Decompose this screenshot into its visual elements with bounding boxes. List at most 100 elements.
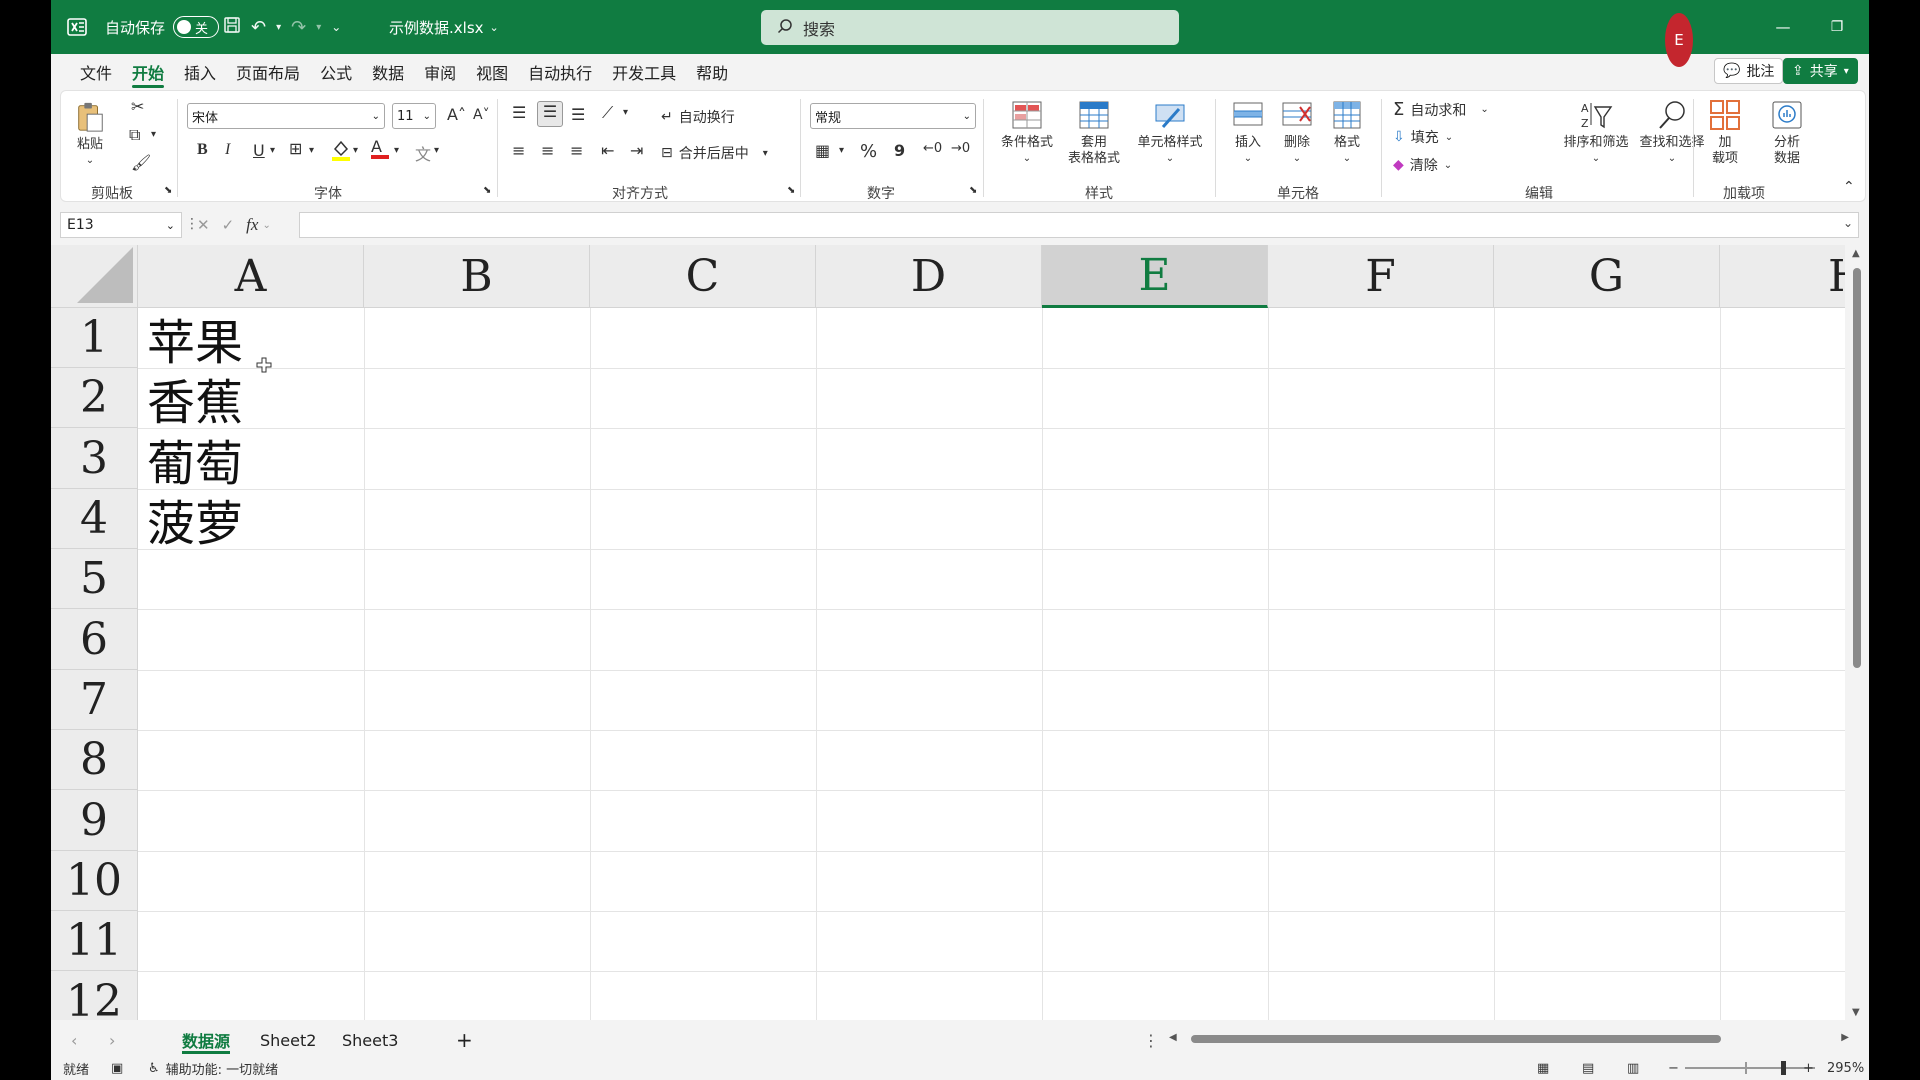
prev-sheet-icon[interactable]: ‹ (71, 1026, 77, 1054)
row-header-7[interactable]: 7 (51, 670, 138, 730)
borders-icon[interactable]: ⊞ (289, 139, 302, 158)
dialog-launcher-icon[interactable]: ⬊ (164, 185, 172, 196)
customize-qat-icon[interactable]: ⌄ (331, 20, 341, 34)
copy-dropdown-icon[interactable]: ▾ (151, 129, 156, 140)
dialog-launcher-icon[interactable]: ⬊ (969, 185, 977, 196)
row-header-2[interactable]: 2 (51, 368, 138, 428)
grow-font-icon[interactable]: A˄ (447, 105, 466, 124)
scroll-up-icon[interactable]: ▲ (1852, 248, 1860, 259)
accounting-format-icon[interactable]: ▦ (815, 141, 830, 160)
fill-color-dropdown-icon[interactable]: ▾ (353, 145, 358, 156)
column-header-c[interactable]: C (590, 245, 816, 308)
normal-view-icon[interactable]: ▦ (1537, 1056, 1549, 1080)
add-sheet-button[interactable]: + (456, 1026, 473, 1054)
increase-indent-icon[interactable]: ⇥ (630, 141, 643, 160)
fill-button[interactable]: ⇩ 填充 ⌄ (1393, 127, 1453, 147)
row-header-3[interactable]: 3 (51, 428, 138, 489)
share-button[interactable]: ⇪ 共享 ▾ (1783, 58, 1858, 84)
merge-center-button[interactable]: ⊟ 合并后居中 ▾ (661, 143, 768, 163)
column-header-b[interactable]: B (364, 245, 590, 308)
cell-a3[interactable]: 葡萄 (139, 428, 364, 492)
expand-formula-bar-icon[interactable]: ⌄ (1843, 216, 1853, 230)
minimize-icon[interactable]: — (1765, 0, 1801, 54)
delete-cells-button[interactable]: 删除 ⌄ (1277, 99, 1317, 167)
tab-help[interactable]: 帮助 (686, 54, 738, 90)
collapse-ribbon-icon[interactable]: ⌃ (1843, 179, 1855, 195)
italic-button[interactable]: I (225, 141, 230, 159)
undo-icon[interactable]: ↶ (251, 17, 266, 38)
analyze-data-button[interactable]: 分析 数据 (1761, 99, 1813, 167)
align-right-icon[interactable]: ≡ (570, 141, 583, 160)
formula-input[interactable] (299, 212, 1859, 238)
scroll-down-icon[interactable]: ▼ (1852, 1007, 1860, 1018)
align-top-icon[interactable]: ☰ (512, 103, 526, 122)
row-header-1[interactable]: 1 (51, 308, 138, 368)
zoom-out-icon[interactable]: − (1668, 1056, 1679, 1080)
search-box[interactable]: 搜索 (761, 10, 1179, 45)
page-layout-view-icon[interactable]: ▤ (1582, 1056, 1594, 1080)
tab-automate[interactable]: 自动执行 (518, 54, 602, 90)
scroll-right-icon[interactable]: ▶ (1841, 1032, 1849, 1043)
font-size-select[interactable]: 11 ⌄ (392, 103, 436, 129)
redo-dropdown-icon[interactable]: ▾ (316, 22, 321, 33)
tab-view[interactable]: 视图 (466, 54, 518, 90)
cell-styles-button[interactable]: 单元格样式 ⌄ (1133, 99, 1207, 167)
number-format-select[interactable]: 常规 ⌄ (810, 103, 976, 129)
dialog-launcher-icon[interactable]: ⬊ (787, 185, 795, 196)
tab-review[interactable]: 审阅 (414, 54, 466, 90)
horizontal-scrollbar[interactable]: ◀ ▶ (1163, 1032, 1849, 1046)
align-bottom-icon[interactable]: ☰ (571, 105, 585, 124)
row-header-10[interactable]: 10 (51, 851, 138, 911)
tab-data[interactable]: 数据 (362, 54, 414, 90)
zoom-in-icon[interactable]: + (1803, 1056, 1814, 1080)
zoom-slider[interactable] (1685, 1056, 1815, 1080)
row-header-6[interactable]: 6 (51, 609, 138, 670)
row-header-5[interactable]: 5 (51, 549, 138, 609)
dialog-launcher-icon[interactable]: ⬊ (483, 185, 491, 196)
cancel-icon[interactable]: ✕ (197, 216, 210, 234)
name-box[interactable]: E13 ⌄ (60, 212, 182, 238)
redo-icon[interactable]: ↷ (291, 17, 306, 38)
column-header-f[interactable]: F (1268, 245, 1494, 308)
cell-a1[interactable]: 苹果 (139, 308, 364, 371)
more-options-icon[interactable]: ⋮ (1143, 1026, 1159, 1054)
column-header-h[interactable]: H (1720, 245, 1845, 308)
row-header-9[interactable]: 9 (51, 790, 138, 851)
zoom-level[interactable]: 295% (1827, 1056, 1864, 1080)
row-header-11[interactable]: 11 (51, 911, 138, 971)
accounting-dropdown-icon[interactable]: ▾ (839, 145, 844, 156)
shrink-font-icon[interactable]: A˅ (473, 107, 490, 123)
autosave-control[interactable]: 自动保存 关 (105, 0, 220, 54)
orientation-dropdown-icon[interactable]: ▾ (623, 107, 628, 118)
orientation-icon[interactable]: ⟋ (602, 103, 613, 123)
autosave-toggle[interactable]: 关 (173, 16, 220, 38)
bold-button[interactable]: B (197, 141, 208, 159)
paste-button[interactable]: 粘贴 ⌄ (73, 101, 107, 169)
align-middle-icon[interactable]: ☰ (537, 101, 563, 127)
select-all-button[interactable] (51, 245, 138, 308)
tab-insert[interactable]: 插入 (174, 54, 226, 90)
increase-decimal-icon[interactable]: ←0 (923, 141, 942, 156)
next-sheet-icon[interactable]: › (109, 1026, 115, 1054)
tab-home[interactable]: 开始 (122, 54, 174, 90)
undo-dropdown-icon[interactable]: ▾ (276, 22, 281, 33)
comma-style-button[interactable]: 9 (894, 141, 905, 160)
phonetic-dropdown-icon[interactable]: ▾ (434, 145, 439, 156)
scroll-left-icon[interactable]: ◀ (1169, 1032, 1177, 1043)
column-header-d[interactable]: D (816, 245, 1042, 308)
find-select-button[interactable]: 查找和选择 ⌄ (1635, 99, 1709, 167)
decrease-decimal-icon[interactable]: →0 (951, 141, 970, 156)
row-header-8[interactable]: 8 (51, 730, 138, 790)
clear-button[interactable]: ◆ 清除 ⌄ (1393, 155, 1452, 175)
addins-button[interactable]: 加 载项 (1705, 99, 1745, 167)
sheet-tab-sheet2[interactable]: Sheet2 (260, 1026, 316, 1054)
tab-page-layout[interactable]: 页面布局 (226, 54, 310, 90)
cell-a2[interactable]: 香蕉 (139, 368, 364, 431)
chevron-down-icon[interactable]: ⌄ (262, 220, 270, 231)
cut-icon[interactable]: ✂ (131, 97, 144, 116)
page-break-view-icon[interactable]: ▥ (1627, 1056, 1639, 1080)
insert-function-button[interactable]: fx (246, 215, 258, 235)
macro-record-icon[interactable]: ▣ (111, 1056, 123, 1080)
column-header-g[interactable]: G (1494, 245, 1720, 308)
sheet-tab-data-source[interactable]: 数据源 (182, 1026, 231, 1054)
